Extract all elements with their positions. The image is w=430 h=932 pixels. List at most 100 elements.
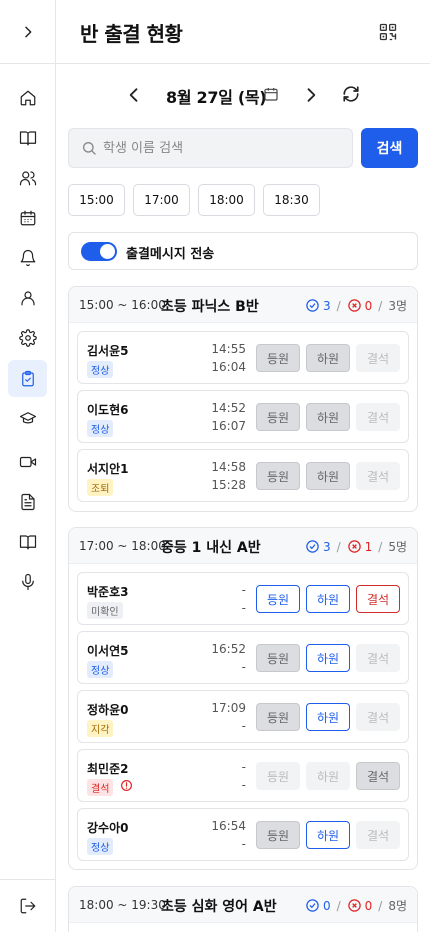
sidebar-item-students[interactable] (8, 159, 47, 196)
sidebar-item-home[interactable] (8, 79, 47, 116)
status-badge: 정상 (87, 361, 114, 378)
stat-separator: / (336, 898, 341, 913)
class-header: 18:00 ~ 19:30 초등 심화 영어 A반 0 / 0 / 8명 (69, 887, 417, 923)
absent-button[interactable]: 결석 (356, 403, 400, 431)
sidebar-item-calendar[interactable] (8, 199, 47, 236)
checkout-button[interactable]: 하원 (306, 403, 350, 431)
attendance-times: 17:09 - (208, 699, 246, 735)
checkout-button[interactable]: 하원 (306, 344, 350, 372)
chevron-left-icon[interactable] (124, 85, 144, 105)
time-filter-chip[interactable]: 15:00 (68, 184, 125, 216)
search-input[interactable] (103, 129, 348, 167)
student-row: 강수아0 정상 16:54 - 등원 하원 결석 (77, 808, 409, 861)
class-stats: 3 / 0 / 3명 (305, 297, 407, 314)
student-name: 최민준2 (87, 762, 129, 776)
student-row: 정하윤0 지각 17:09 - 등원 하원 결석 (77, 690, 409, 743)
absent-button[interactable]: 결석 (356, 462, 400, 490)
alert-circle-icon (121, 780, 132, 791)
refresh-icon[interactable] (342, 85, 360, 103)
student-name: 강수아0 (87, 821, 129, 835)
user-icon (20, 290, 35, 305)
sidebar-item-attendance[interactable] (8, 360, 47, 397)
search-icon (83, 142, 96, 155)
message-toggle-switch[interactable] (81, 242, 117, 261)
checkout-button[interactable]: 하원 (306, 585, 350, 613)
absent-count: 0 (364, 898, 373, 913)
checkin-button[interactable]: 등원 (256, 462, 300, 490)
sidebar-item-settings[interactable] (8, 319, 47, 356)
checkout-time: 15:28 (211, 478, 246, 492)
sidebar-item-books[interactable] (8, 119, 47, 156)
present-count: 0 (322, 898, 331, 913)
class-time: 15:00 ~ 16:00 (79, 298, 166, 312)
checkout-button[interactable]: 하원 (306, 821, 350, 849)
current-date: 8월 27일 (목) (166, 88, 267, 107)
time-filter-chip[interactable]: 17:00 (133, 184, 190, 216)
stat-separator: / (378, 898, 383, 913)
checkout-button[interactable]: 하원 (306, 703, 350, 731)
absent-button[interactable]: 결석 (356, 585, 400, 613)
student-name: 이도현6 (87, 403, 129, 417)
class-stats: 3 / 1 / 5명 (305, 538, 407, 555)
sidebar-item-documents[interactable] (8, 483, 47, 520)
absent-button[interactable]: 결석 (356, 644, 400, 672)
logout-button[interactable] (0, 879, 55, 932)
sidebar-item-video[interactable] (8, 443, 47, 480)
checkin-button[interactable]: 등원 (256, 703, 300, 731)
sidebar-item-library[interactable] (8, 523, 47, 560)
status-badge: 미확인 (87, 602, 123, 619)
checkin-button[interactable]: 등원 (256, 585, 300, 613)
search-button[interactable]: 검색 (361, 128, 418, 168)
sidebar-item-notifications[interactable] (8, 239, 47, 276)
clipboard-check-icon (21, 370, 34, 386)
sidebar-item-courses[interactable] (8, 399, 47, 436)
student-row: 서지안1 조퇴 14:58 15:28 등원 하원 결석 (77, 449, 409, 502)
sidebar-item-profile[interactable] (8, 279, 47, 316)
home-icon (20, 90, 35, 105)
page-header: 반 출결 현황 (56, 0, 430, 64)
stat-separator: / (336, 298, 341, 313)
time-filter-chip[interactable]: 18:30 (263, 184, 320, 216)
present-count: 3 (322, 539, 331, 554)
checkin-button[interactable]: 등원 (256, 403, 300, 431)
student-name: 이서연5 (87, 644, 129, 658)
absent-button[interactable]: 결석 (356, 703, 400, 731)
checkin-time: 16:52 (211, 642, 246, 656)
checkout-button[interactable]: 하원 (306, 644, 350, 672)
sidebar (0, 0, 56, 932)
status-badge: 정상 (87, 661, 114, 678)
class-header: 15:00 ~ 16:00 초등 파닉스 B반 3 / 0 / 3명 (69, 287, 417, 323)
calendar-icon (20, 210, 35, 225)
absent-button[interactable]: 결석 (356, 762, 400, 790)
class-header: 17:00 ~ 18:00 중등 1 내신 A반 3 / 1 / 5명 (69, 528, 417, 564)
checkout-time: - (241, 601, 246, 615)
absent-button[interactable]: 결석 (356, 344, 400, 372)
checkin-button[interactable]: 등원 (256, 762, 300, 790)
checkin-button[interactable]: 등원 (256, 344, 300, 372)
check-circle-icon (306, 299, 319, 312)
video-icon (19, 456, 36, 467)
book-open-icon (19, 130, 36, 145)
time-filter-chip[interactable]: 18:00 (198, 184, 255, 216)
status-badge: 정상 (87, 420, 114, 437)
qr-code-icon[interactable] (378, 22, 398, 42)
class-name: 초등 심화 영어 A반 (161, 899, 277, 915)
book-icon (19, 534, 36, 549)
checkin-button[interactable]: 등원 (256, 644, 300, 672)
sidebar-item-voice[interactable] (8, 563, 47, 600)
checkout-button[interactable]: 하원 (306, 762, 350, 790)
checkin-button[interactable]: 등원 (256, 821, 300, 849)
sidebar-expand-button[interactable] (0, 0, 55, 64)
check-circle-icon (306, 899, 319, 912)
chevron-right-icon[interactable] (301, 85, 321, 105)
present-count: 3 (322, 298, 331, 313)
checkin-time: 14:55 (211, 342, 246, 356)
calendar-icon[interactable] (263, 86, 279, 102)
checkout-button[interactable]: 하원 (306, 462, 350, 490)
total-count: 3명 (388, 299, 407, 313)
absent-button[interactable]: 결석 (356, 821, 400, 849)
users-icon (19, 170, 36, 185)
class-name: 중등 1 내신 A반 (161, 540, 261, 556)
checkout-time: 16:07 (211, 419, 246, 433)
attendance-times: 14:55 16:04 (208, 340, 246, 376)
